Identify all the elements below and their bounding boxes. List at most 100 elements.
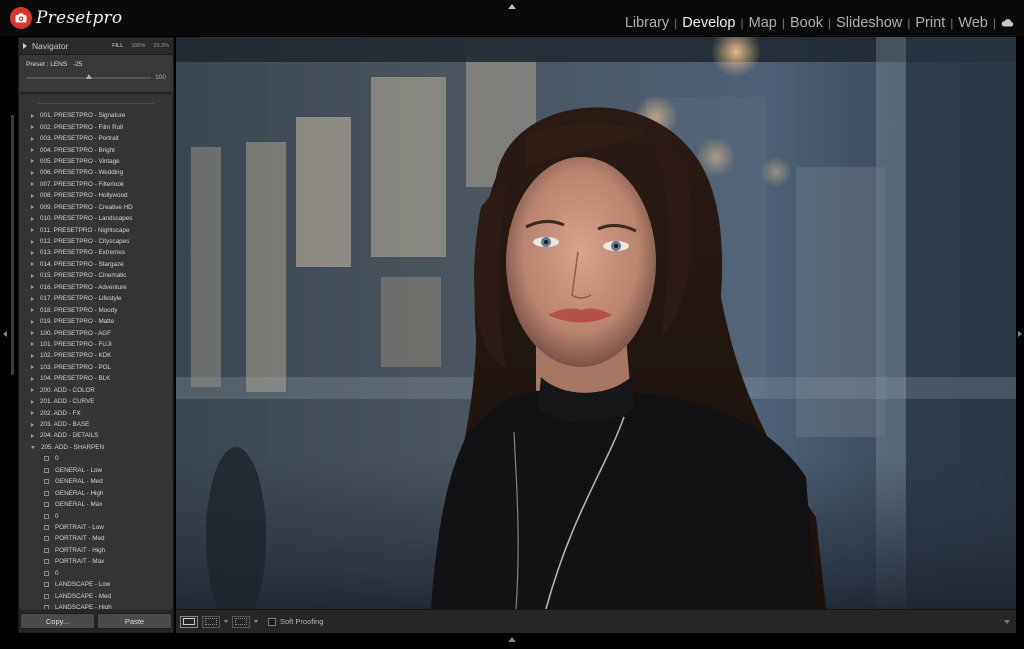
- navigator-header[interactable]: Navigator FILL 100% 33.3%: [19, 38, 173, 55]
- collapse-top-arrow-icon[interactable]: [508, 4, 516, 9]
- preset-item[interactable]: LANDSCAPE - Med: [20, 590, 172, 601]
- collapsed-triangle-icon[interactable]: [31, 228, 34, 233]
- preset-folder[interactable]: 009. PRESETPRO - Creative HD: [20, 202, 172, 213]
- zoom-fill[interactable]: FILL: [112, 43, 123, 49]
- preset-item[interactable]: PORTRAIT - Low: [20, 522, 172, 533]
- expanded-triangle-icon[interactable]: [31, 445, 35, 449]
- preset-folder[interactable]: 103. PRESETPRO - POL: [20, 362, 172, 373]
- collapsed-triangle-icon[interactable]: [31, 399, 34, 404]
- preset-item[interactable]: 0: [20, 453, 172, 464]
- collapsed-triangle-icon[interactable]: [31, 296, 34, 301]
- preset-item[interactable]: GENERAL - High: [20, 487, 172, 498]
- preset-item[interactable]: GENERAL - Med: [20, 476, 172, 487]
- preset-item[interactable]: LANDSCAPE - Low: [20, 579, 172, 590]
- preset-amount-slider[interactable]: [26, 73, 152, 79]
- preset-item[interactable]: GENERAL - Low: [20, 465, 172, 476]
- preset-folder[interactable]: 010. PRESETPRO - Landscapes: [20, 213, 172, 224]
- collapsed-triangle-icon[interactable]: [31, 388, 34, 393]
- collapsed-triangle-icon[interactable]: [31, 182, 34, 187]
- collapse-right-arrow-icon[interactable]: [1018, 331, 1022, 337]
- collapsed-triangle-icon[interactable]: [31, 170, 34, 175]
- zoom-100[interactable]: 100%: [131, 43, 145, 49]
- collapsed-triangle-icon[interactable]: [31, 342, 34, 347]
- preset-folder[interactable]: 011. PRESETPRO - Nightscape: [20, 224, 172, 235]
- module-map[interactable]: Map: [746, 15, 780, 31]
- main-photo-preview[interactable]: [176, 37, 1016, 609]
- preset-folder[interactable]: 204. ADD - DETAILS: [20, 430, 172, 441]
- preset-item[interactable]: 0: [20, 568, 172, 579]
- preset-folder[interactable]: 008. PRESETPRO - Hollywood: [20, 190, 172, 201]
- collapsed-triangle-icon[interactable]: [31, 239, 34, 244]
- collapsed-triangle-icon[interactable]: [31, 411, 34, 416]
- collapsed-triangle-icon[interactable]: [31, 273, 34, 278]
- disclosure-triangle-icon[interactable]: [23, 43, 27, 49]
- collapsed-triangle-icon[interactable]: [31, 205, 34, 210]
- module-web[interactable]: Web: [955, 15, 991, 31]
- preset-folder[interactable]: 005. PRESETPRO - Vintage: [20, 156, 172, 167]
- collapsed-triangle-icon[interactable]: [31, 125, 34, 130]
- collapsed-triangle-icon[interactable]: [31, 136, 34, 141]
- copy-button[interactable]: Copy...: [20, 613, 95, 629]
- preset-folder[interactable]: 006. PRESETPRO - Wedding: [20, 167, 172, 178]
- soft-proofing-checkbox[interactable]: [268, 617, 276, 626]
- collapsed-triangle-icon[interactable]: [31, 113, 34, 118]
- collapsed-triangle-icon[interactable]: [31, 148, 34, 153]
- module-slideshow[interactable]: Slideshow: [833, 15, 905, 31]
- collapsed-triangle-icon[interactable]: [31, 353, 34, 358]
- module-library[interactable]: Library: [622, 15, 672, 31]
- module-print[interactable]: Print: [912, 15, 948, 31]
- preset-folder[interactable]: 002. PRESETPRO - Film Roll: [20, 121, 172, 132]
- preset-folder[interactable]: 019. PRESETPRO - Matte: [20, 316, 172, 327]
- collapse-left-arrow-icon[interactable]: [3, 331, 7, 337]
- collapsed-triangle-icon[interactable]: [31, 331, 34, 336]
- preset-folder[interactable]: 017. PRESETPRO - Lifestyle: [20, 293, 172, 304]
- collapsed-triangle-icon[interactable]: [31, 433, 34, 438]
- preset-folder[interactable]: 003. PRESETPRO - Portrait: [20, 133, 172, 144]
- preset-folder[interactable]: 202. ADD - FX: [20, 407, 172, 418]
- collapse-bottom-arrow-icon[interactable]: [508, 637, 516, 642]
- module-develop[interactable]: Develop: [679, 15, 738, 31]
- preset-item[interactable]: PORTRAIT - Max: [20, 556, 172, 567]
- collapsed-triangle-icon[interactable]: [31, 376, 34, 381]
- preset-folder[interactable]: 100. PRESETPRO - AGF: [20, 327, 172, 338]
- preset-item[interactable]: PORTRAIT - Med: [20, 533, 172, 544]
- preset-folder[interactable]: 203. ADD - BASE: [20, 419, 172, 430]
- preset-item[interactable]: 0: [20, 510, 172, 521]
- collapsed-triangle-icon[interactable]: [31, 250, 34, 255]
- preset-item[interactable]: GENERAL - Max: [20, 499, 172, 510]
- preset-item[interactable]: PORTRAIT - High: [20, 545, 172, 556]
- preset-folder[interactable]: 007. PRESETPRO - Filterlook: [20, 179, 172, 190]
- preset-folder[interactable]: 013. PRESETPRO - Extremes: [20, 247, 172, 258]
- loupe-view-button[interactable]: [180, 615, 198, 628]
- collapsed-triangle-icon[interactable]: [31, 216, 34, 221]
- compare-view-dropdown-icon[interactable]: [224, 620, 228, 623]
- slider-thumb[interactable]: [85, 73, 92, 79]
- preset-folder[interactable]: 201. ADD - CURVE: [20, 396, 172, 407]
- preset-folder[interactable]: 200. ADD - COLOR: [20, 385, 172, 396]
- paste-button[interactable]: Paste: [97, 613, 172, 629]
- collapsed-triangle-icon[interactable]: [31, 285, 34, 290]
- preset-folder[interactable]: 102. PRESETPRO - KDK: [20, 350, 172, 361]
- zoom-33[interactable]: 33.3%: [153, 43, 169, 49]
- preset-folder[interactable]: 014. PRESETPRO - Stargaze: [20, 259, 172, 270]
- before-after-dropdown-icon[interactable]: [254, 620, 258, 623]
- collapsed-triangle-icon[interactable]: [31, 308, 34, 313]
- preset-folder[interactable]: 104. PRESETPRO - BLK: [20, 373, 172, 384]
- cloud-icon[interactable]: [1001, 15, 1014, 31]
- collapsed-triangle-icon[interactable]: [31, 262, 34, 267]
- preset-folder[interactable]: 012. PRESETPRO - Cityscapes: [20, 236, 172, 247]
- preset-folder-open[interactable]: 205. ADD - SHARPEN: [20, 442, 172, 453]
- before-after-button[interactable]: [232, 615, 250, 628]
- preset-folder[interactable]: 101. PRESETPRO - FUJI: [20, 339, 172, 350]
- module-book[interactable]: Book: [787, 15, 826, 31]
- toolbar-menu-arrow-icon[interactable]: [1004, 619, 1010, 624]
- preset-folder[interactable]: 016. PRESETPRO - Adventure: [20, 282, 172, 293]
- collapsed-triangle-icon[interactable]: [31, 422, 34, 427]
- preset-folder[interactable]: 018. PRESETPRO - Moody: [20, 304, 172, 315]
- preset-folder[interactable]: 015. PRESETPRO - Cinematic: [20, 270, 172, 281]
- collapsed-triangle-icon[interactable]: [31, 159, 34, 164]
- compare-view-button[interactable]: [202, 615, 220, 628]
- collapsed-triangle-icon[interactable]: [31, 365, 34, 370]
- collapsed-triangle-icon[interactable]: [31, 319, 34, 324]
- preset-folder[interactable]: 004. PRESETPRO - Bright: [20, 144, 172, 155]
